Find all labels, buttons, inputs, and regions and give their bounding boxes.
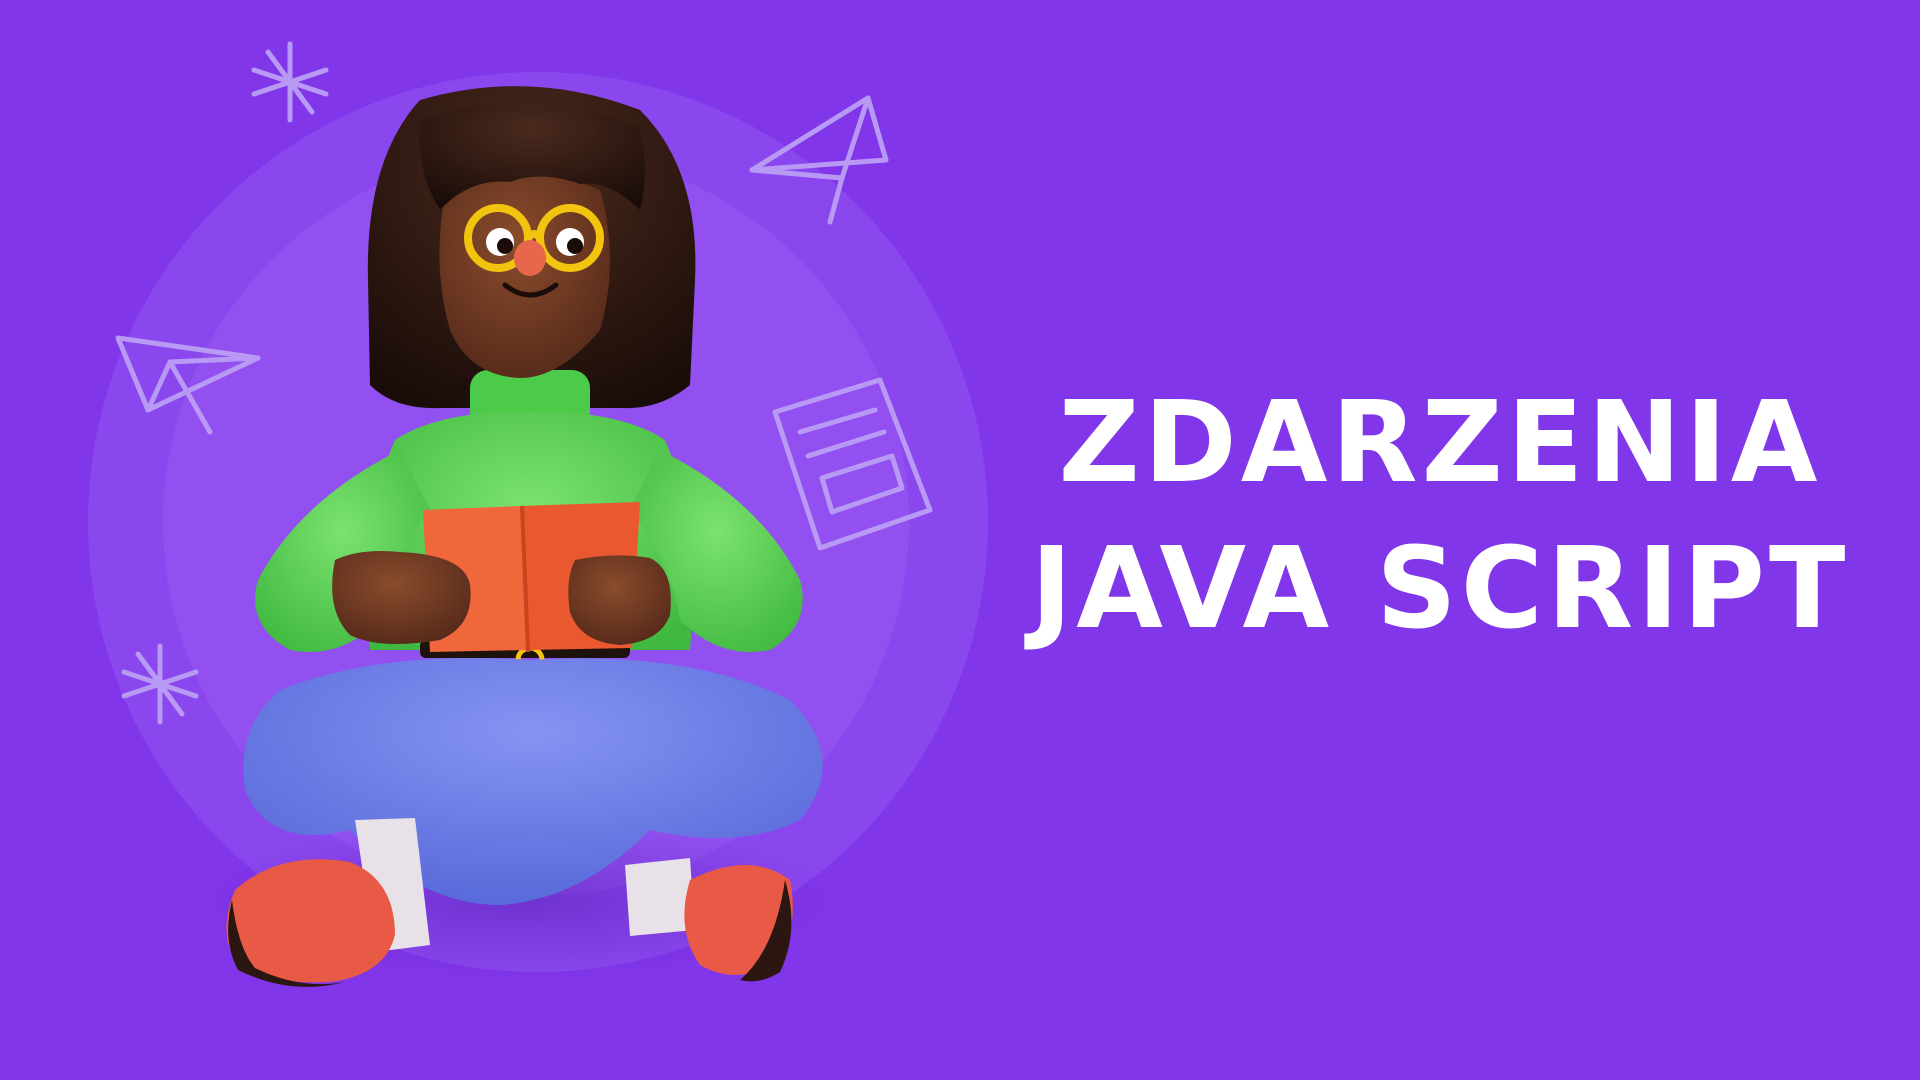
nose — [514, 240, 546, 276]
left-pupil — [497, 238, 513, 254]
left-hand — [332, 551, 471, 644]
reading-person-illustration — [190, 86, 850, 987]
headline-line-1: ZDARZENIA — [1058, 378, 1822, 508]
right-pupil — [567, 238, 583, 254]
headline-line-2: JAVA SCRIPT — [1030, 524, 1850, 654]
headline: ZDARZENIA JAVA SCRIPT — [1000, 370, 1880, 662]
right-hand — [568, 555, 671, 645]
right-cuff — [625, 858, 695, 936]
promo-banner: ZDARZENIA JAVA SCRIPT — [0, 0, 1920, 1080]
